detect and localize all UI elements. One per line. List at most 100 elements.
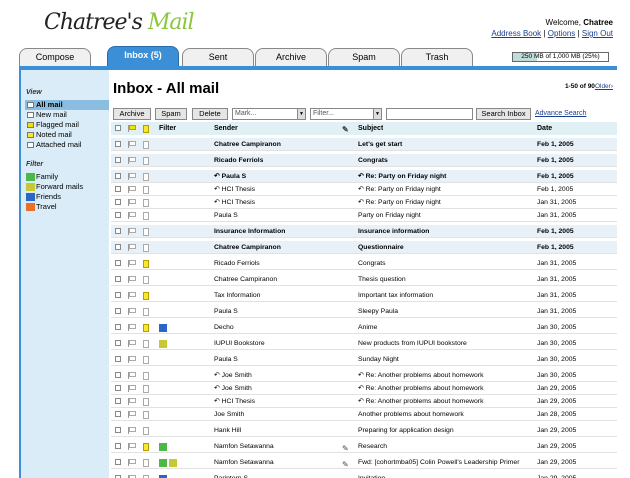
flag-icon[interactable]	[128, 411, 136, 418]
note-icon[interactable]	[143, 292, 149, 300]
flag-icon[interactable]	[128, 459, 136, 466]
note-icon[interactable]	[143, 260, 149, 268]
note-icon[interactable]	[143, 443, 149, 451]
spam-button[interactable]: Spam	[155, 108, 187, 120]
row-checkbox[interactable]	[115, 228, 121, 234]
row-checkbox[interactable]	[115, 356, 121, 362]
row-checkbox[interactable]	[115, 173, 121, 179]
table-row[interactable]: ↶ Joe Smith ↶ Re: Another problems about …	[111, 382, 617, 395]
older-link[interactable]: Older›	[595, 83, 613, 90]
row-checkbox[interactable]	[115, 340, 121, 346]
table-row[interactable]: ↶ Joe Smith ↶ Re: Another problems about …	[111, 369, 617, 382]
flag-icon[interactable]	[128, 356, 136, 363]
row-checkbox[interactable]	[115, 292, 121, 298]
note-icon[interactable]	[143, 308, 149, 316]
note-icon[interactable]	[143, 212, 149, 220]
filter-column-header[interactable]: Filter	[159, 122, 176, 135]
archive-button[interactable]: Archive	[113, 108, 151, 120]
row-checkbox[interactable]	[115, 308, 121, 314]
row-checkbox[interactable]	[115, 398, 121, 404]
note-icon[interactable]	[143, 427, 149, 435]
note-icon[interactable]	[143, 141, 149, 149]
filter-select[interactable]: Filter... ▼	[310, 108, 382, 120]
flag-icon[interactable]	[128, 385, 136, 392]
row-checkbox[interactable]	[115, 427, 121, 433]
table-row[interactable]: Hank Hill Preparing for application desig…	[111, 424, 617, 437]
tab-spam[interactable]: Spam	[328, 48, 400, 66]
row-checkbox[interactable]	[115, 411, 121, 417]
row-checkbox[interactable]	[115, 443, 121, 449]
note-icon[interactable]	[143, 459, 149, 467]
flag-icon[interactable]	[128, 340, 136, 347]
table-row[interactable]: ↶ HCI Thesis ↶ Re: Party on Friday night F…	[111, 183, 617, 196]
row-checkbox[interactable]	[115, 157, 121, 163]
filter-item[interactable]: Travel	[25, 202, 109, 212]
flag-icon[interactable]	[128, 199, 136, 206]
row-checkbox[interactable]	[115, 385, 121, 391]
filter-item[interactable]: Family	[25, 172, 109, 182]
flag-icon[interactable]	[128, 443, 136, 450]
delete-button[interactable]: Delete	[192, 108, 228, 120]
note-icon[interactable]	[143, 276, 149, 284]
note-icon[interactable]	[143, 372, 149, 380]
table-row[interactable]: Joe Smith Another problems about homework…	[111, 408, 617, 421]
tab-trash[interactable]: Trash	[401, 48, 473, 66]
note-icon[interactable]	[143, 385, 149, 393]
table-row[interactable]: ↶ HCI Thesis ↶ Re: Another problems about…	[111, 395, 617, 408]
row-checkbox[interactable]	[115, 324, 121, 330]
search-inbox-button[interactable]: Search Inbox	[476, 108, 531, 120]
table-row[interactable]: Chatree Campiranon Questionnaire Feb 1, 20…	[111, 241, 617, 254]
row-checkbox[interactable]	[115, 276, 121, 282]
tab-inbox[interactable]: Inbox (5)	[107, 46, 179, 66]
tab-compose[interactable]: Compose	[19, 48, 91, 66]
row-checkbox[interactable]	[115, 212, 121, 218]
table-row[interactable]: Paula S Sunday Night Jan 30, 2005	[111, 353, 617, 366]
table-row[interactable]: Namfon Setawanna ✎ Fwd: [cohortmba05] Coli…	[111, 456, 617, 469]
table-row[interactable]: Ricado Ferriols Congrats Jan 31, 2005	[111, 257, 617, 270]
flag-icon[interactable]	[128, 212, 136, 219]
filter-item[interactable]: Forward mails	[25, 182, 109, 192]
flag-icon[interactable]	[128, 308, 136, 315]
note-icon[interactable]	[143, 324, 149, 332]
options-link[interactable]: Options	[548, 29, 576, 38]
table-row[interactable]: Parintorn S InvitationJan 29, 2005	[111, 472, 617, 478]
row-checkbox[interactable]	[115, 199, 121, 205]
note-icon[interactable]	[143, 411, 149, 419]
select-all-checkbox[interactable]	[115, 125, 121, 131]
table-row[interactable]: Chatree Campiranon Thesis question Jan 31,…	[111, 273, 617, 286]
flag-icon[interactable]	[128, 141, 136, 148]
sign-out-link[interactable]: Sign Out	[582, 29, 613, 38]
row-checkbox[interactable]	[115, 372, 121, 378]
table-row[interactable]: Chatree Campiranon Let's get start Feb 1, …	[111, 138, 617, 151]
flag-icon[interactable]	[128, 372, 136, 379]
flag-icon[interactable]	[128, 173, 136, 180]
flag-icon[interactable]	[128, 157, 136, 164]
row-checkbox[interactable]	[115, 459, 121, 465]
table-row[interactable]: Namfon Setawanna ✎ Research Jan 29, 2005	[111, 440, 617, 453]
tab-sent[interactable]: Sent	[182, 48, 254, 66]
view-noted-mail[interactable]: Noted mail	[25, 130, 109, 140]
filter-item[interactable]: Friends	[25, 192, 109, 202]
search-input[interactable]	[386, 108, 473, 120]
note-icon[interactable]	[143, 398, 149, 406]
subject-column-header[interactable]: Subject	[358, 122, 383, 135]
mark-select[interactable]: Mark... ▼	[232, 108, 306, 120]
table-row[interactable]: Ricado Ferriols Congrats Feb 1, 2005	[111, 154, 617, 167]
note-icon[interactable]	[143, 186, 149, 194]
table-row[interactable]: ↶ HCI Thesis ↶ Re: Party on Friday night J…	[111, 196, 617, 209]
flag-icon[interactable]	[128, 276, 136, 283]
table-row[interactable]: Paula S Sleepy Paula Jan 31, 2005	[111, 305, 617, 318]
address-book-link[interactable]: Address Book	[491, 29, 541, 38]
date-column-header[interactable]: Date	[537, 122, 552, 135]
flag-icon[interactable]	[128, 244, 136, 251]
flag-icon[interactable]	[128, 260, 136, 267]
table-row[interactable]: IUPUI Bookstore New products from IUPUI b…	[111, 337, 617, 350]
note-icon[interactable]	[143, 340, 149, 348]
advanced-search-link[interactable]: Advance Search	[535, 110, 586, 117]
note-icon[interactable]	[143, 228, 149, 236]
row-checkbox[interactable]	[115, 244, 121, 250]
table-row[interactable]: ↶ Paula S ↶ Re: Party on Friday night Feb …	[111, 170, 617, 183]
flag-icon[interactable]	[128, 186, 136, 193]
flag-icon[interactable]	[128, 228, 136, 235]
flag-icon[interactable]	[128, 324, 136, 331]
